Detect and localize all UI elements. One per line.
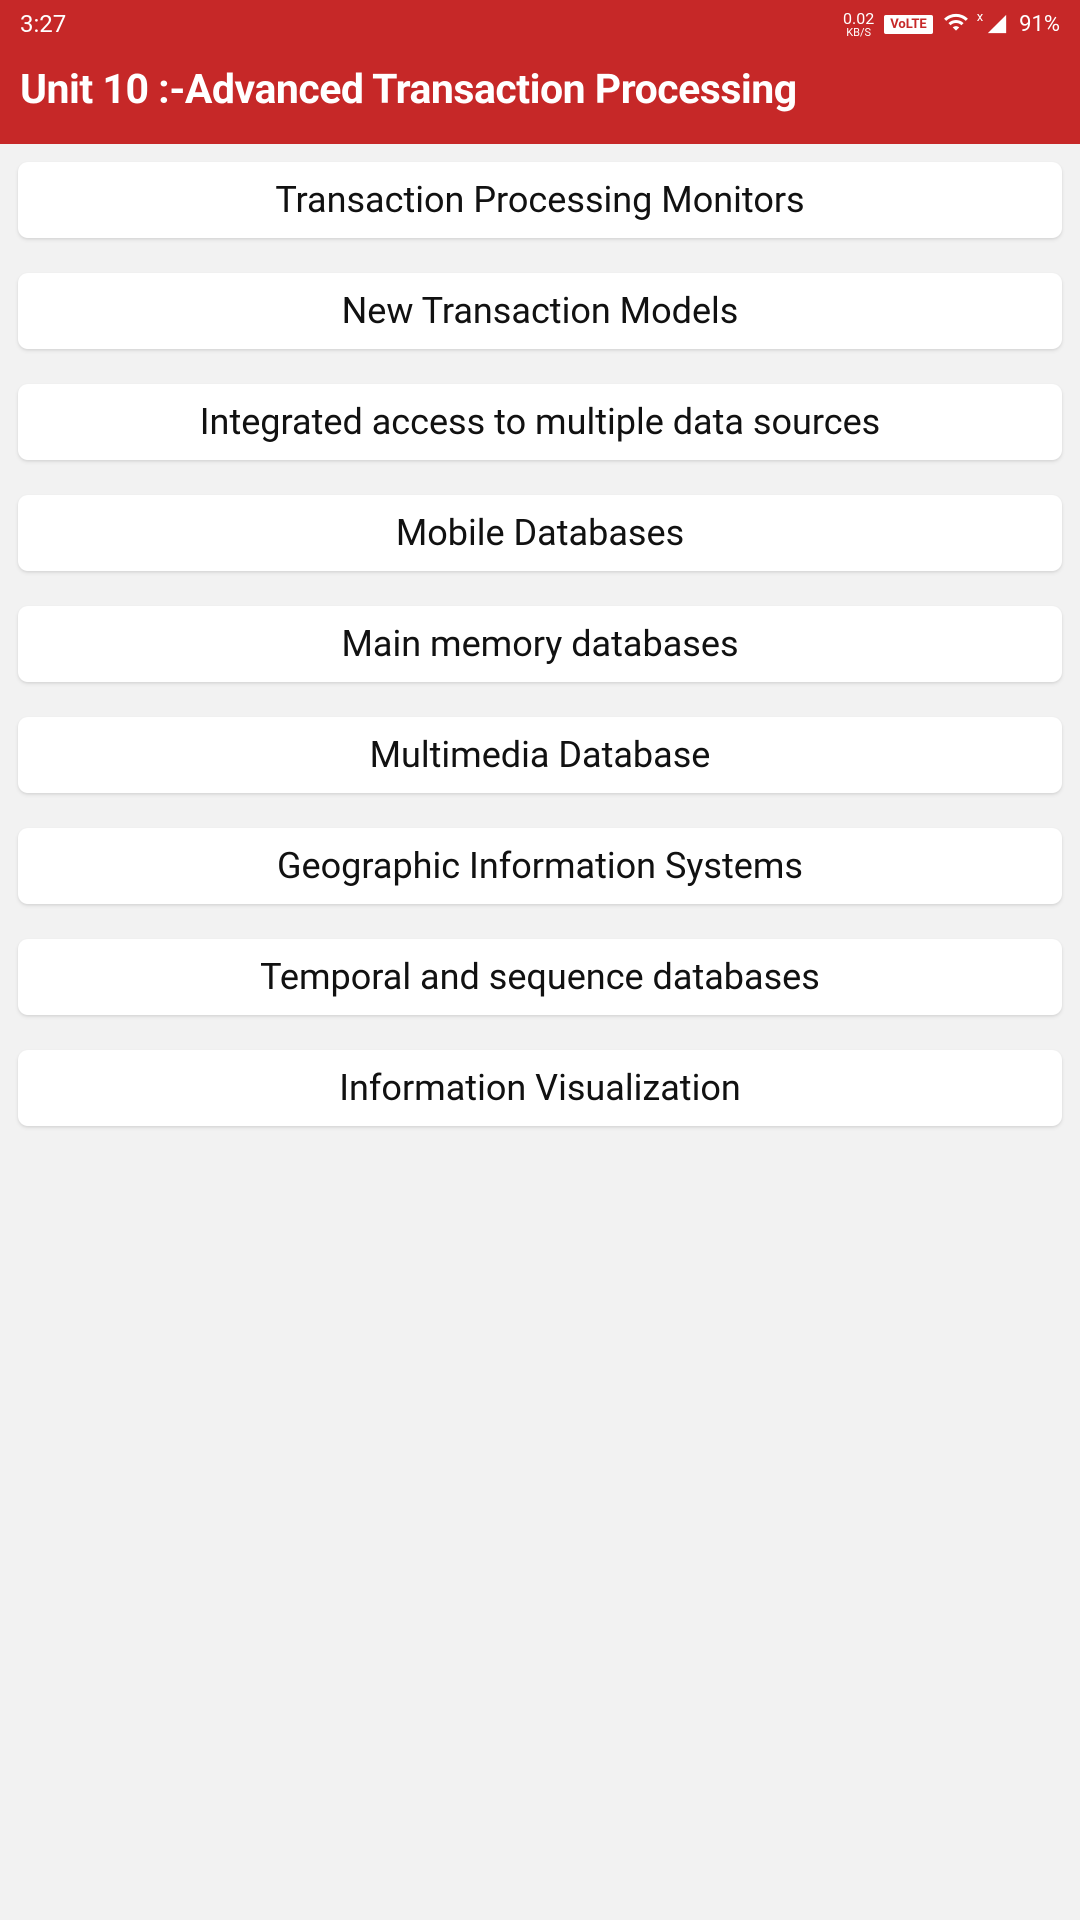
signal-x-label: x <box>977 10 983 25</box>
app-header: Unit 10 :-Advanced Transaction Processin… <box>0 48 1080 144</box>
data-rate-unit: KB/S <box>846 27 871 38</box>
topic-list: Transaction Processing Monitors New Tran… <box>0 144 1080 1144</box>
topic-item-information-visualization[interactable]: Information Visualization <box>18 1050 1062 1126</box>
status-time: 3:27 <box>20 10 66 38</box>
topic-item-multimedia-database[interactable]: Multimedia Database <box>18 717 1062 793</box>
page-title: Unit 10 :-Advanced Transaction Processin… <box>20 66 1060 114</box>
status-bar: 3:27 0.02 KB/S VoLTE x 91% <box>0 0 1080 48</box>
volte-badge: VoLTE <box>884 15 933 34</box>
signal-icon: x <box>979 13 1009 35</box>
data-rate-indicator: 0.02 KB/S <box>843 11 874 38</box>
data-rate-value: 0.02 <box>843 11 874 27</box>
topic-item-geographic-information-systems[interactable]: Geographic Information Systems <box>18 828 1062 904</box>
topic-item-mobile-databases[interactable]: Mobile Databases <box>18 495 1062 571</box>
wifi-icon <box>943 9 969 40</box>
topic-item-transaction-processing-monitors[interactable]: Transaction Processing Monitors <box>18 162 1062 238</box>
topic-item-main-memory-databases[interactable]: Main memory databases <box>18 606 1062 682</box>
topic-item-temporal-sequence-databases[interactable]: Temporal and sequence databases <box>18 939 1062 1015</box>
topic-item-new-transaction-models[interactable]: New Transaction Models <box>18 273 1062 349</box>
status-right: 0.02 KB/S VoLTE x 91% <box>843 9 1060 40</box>
topic-item-integrated-access[interactable]: Integrated access to multiple data sourc… <box>18 384 1062 460</box>
battery-percentage: 91% <box>1019 12 1060 37</box>
